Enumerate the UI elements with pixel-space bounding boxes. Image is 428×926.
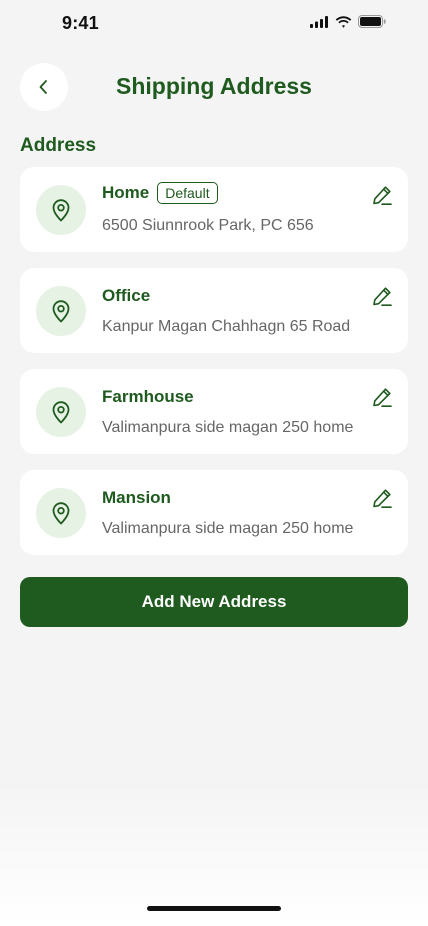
address-text: Valimanpura side magan 250 home xyxy=(102,520,354,537)
address-text: 6500 Siunnrook Park, PC 656 xyxy=(102,217,314,234)
pencil-icon xyxy=(373,186,392,205)
default-badge: Default xyxy=(157,182,218,204)
add-new-address-button[interactable]: Add New Address xyxy=(20,577,408,627)
edit-button[interactable] xyxy=(370,385,394,409)
address-card-mansion[interactable]: Mansion Valimanpura side magan 250 home xyxy=(20,470,408,555)
section-title: Address xyxy=(20,135,97,156)
address-card-farmhouse[interactable]: Farmhouse Valimanpura side magan 250 hom… xyxy=(20,369,408,454)
location-pin-icon xyxy=(52,502,70,525)
edit-button[interactable] xyxy=(370,183,394,207)
address-name: Mansion xyxy=(102,488,171,507)
address-name: Farmhouse xyxy=(102,387,194,406)
edit-button[interactable] xyxy=(370,486,394,510)
address-name: Office xyxy=(102,286,151,305)
address-list: Home Default 6500 Siunnrook Park, PC 656… xyxy=(20,167,408,571)
battery-icon xyxy=(358,15,386,28)
address-card-office[interactable]: Office Kanpur Magan Chahhagn 65 Road xyxy=(20,268,408,353)
location-pin-icon xyxy=(52,300,70,323)
bottom-fade xyxy=(0,780,428,926)
address-name: Home xyxy=(102,183,150,202)
status-bar: 9:41 xyxy=(0,0,428,48)
signal-icon xyxy=(310,15,328,28)
address-text: Valimanpura side magan 250 home xyxy=(102,419,354,436)
status-icons xyxy=(310,15,386,28)
page-title: Shipping Address xyxy=(116,73,312,99)
pencil-icon xyxy=(373,489,392,508)
address-card-home[interactable]: Home Default 6500 Siunnrook Park, PC 656 xyxy=(20,167,408,252)
card-name-row: Home Default xyxy=(102,182,218,204)
status-time: 9:41 xyxy=(62,13,99,33)
edit-button[interactable] xyxy=(370,284,394,308)
address-text: Kanpur Magan Chahhagn 65 Road xyxy=(102,318,351,335)
pencil-icon xyxy=(373,287,392,306)
location-pin-circle xyxy=(36,286,86,336)
location-pin-circle xyxy=(36,185,86,235)
location-pin-circle xyxy=(36,387,86,437)
header: Shipping Address xyxy=(0,63,428,111)
wifi-icon xyxy=(335,15,352,28)
home-indicator xyxy=(147,906,281,911)
location-pin-circle xyxy=(36,488,86,538)
location-pin-icon xyxy=(52,199,70,222)
location-pin-icon xyxy=(52,401,70,424)
pencil-icon xyxy=(373,388,392,407)
